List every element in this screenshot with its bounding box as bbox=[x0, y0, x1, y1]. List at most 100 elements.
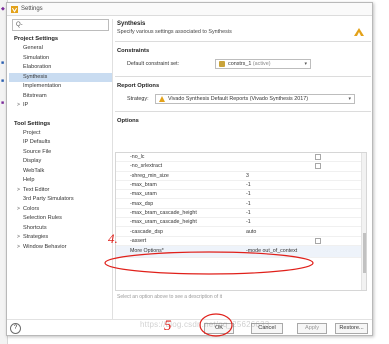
nav-item-bitstream[interactable]: Bitstream bbox=[9, 92, 112, 102]
option-name: -max_dsp bbox=[130, 200, 154, 207]
help-button[interactable]: ? bbox=[10, 323, 21, 334]
option-value: auto bbox=[246, 228, 257, 235]
chevron-down-icon: ▾ bbox=[304, 61, 307, 67]
nav-item-label: Project bbox=[23, 129, 41, 136]
option-checkbox[interactable] bbox=[315, 237, 321, 244]
option-name: -max_bram bbox=[130, 182, 157, 189]
nav-item-label: IP Defaults bbox=[23, 139, 51, 145]
tool-settings-section: Tool Settings Project IP Defaults Source… bbox=[9, 120, 112, 253]
constraints-section-title: Constraints bbox=[117, 48, 150, 54]
option-value: -1 bbox=[246, 182, 251, 189]
watermark-text: https://blog.csdn.net/qq_25626633 bbox=[140, 320, 270, 329]
option-row[interactable]: -max_bram -1 bbox=[116, 181, 366, 191]
nav-item-implementation[interactable]: Implementation bbox=[9, 82, 112, 92]
option-row[interactable]: -cascade_dsp auto bbox=[116, 227, 366, 237]
nav-item-strategies[interactable]: > Strategies bbox=[9, 233, 112, 243]
option-name: -max_bram_cascade_height bbox=[130, 209, 197, 216]
nav-item-label: Simulation bbox=[23, 54, 50, 61]
option-value: -1 bbox=[246, 191, 251, 198]
nav-item-simulation[interactable]: Simulation bbox=[9, 54, 112, 64]
titlebar: Settings bbox=[7, 3, 372, 16]
restore-button[interactable]: Restore... bbox=[335, 323, 368, 334]
nav-item-label: Shortcuts bbox=[23, 224, 47, 231]
option-value-input[interactable]: -mode out_of_context bbox=[224, 248, 366, 254]
nav-item-text-editor[interactable]: > Text Editor bbox=[9, 186, 112, 196]
option-row[interactable]: -max_bram_cascade_height -1 bbox=[116, 209, 366, 219]
nav-item-colors[interactable]: > Colors bbox=[9, 205, 112, 215]
options-scrollbar[interactable] bbox=[361, 153, 366, 290]
nav-item-general[interactable]: General bbox=[9, 44, 112, 54]
settings-nav: Q- Project Settings General Simulation E… bbox=[9, 19, 113, 319]
nav-item-help[interactable]: Help bbox=[9, 176, 112, 186]
report-options-section-title: Report Options bbox=[117, 83, 160, 89]
vivado-strategy-icon bbox=[159, 96, 165, 102]
nav-item-project[interactable]: Project bbox=[9, 129, 112, 139]
constraint-set-select[interactable]: constrs_1 (active) ▾ bbox=[215, 59, 311, 69]
option-name: -no_lc bbox=[130, 154, 145, 161]
option-row[interactable]: -shreg_min_size 3 bbox=[116, 172, 366, 181]
window-title: Settings bbox=[21, 6, 43, 12]
option-description: Select an option above to see a descript… bbox=[117, 294, 223, 300]
chevron-right-icon: > bbox=[17, 234, 20, 240]
nav-item-label: Elaboration bbox=[23, 64, 52, 70]
nav-item-label: Selection Rules bbox=[23, 215, 62, 221]
option-row[interactable]: -max_uram_cascade_height -1 bbox=[116, 218, 366, 228]
constraint-set-value: constrs_1 bbox=[228, 61, 252, 67]
option-name: -max_uram bbox=[130, 191, 157, 198]
settings-dialog: Settings Q- Project Settings General Sim… bbox=[6, 2, 373, 336]
nav-item-label: 3rd Party Simulators bbox=[23, 196, 74, 202]
option-name: -assert bbox=[130, 237, 147, 244]
option-name: -cascade_dsp bbox=[130, 228, 163, 235]
bg-glyph: ■ bbox=[1, 60, 5, 66]
chevron-right-icon: > bbox=[17, 102, 20, 108]
nav-item-label: General bbox=[23, 45, 43, 51]
constraint-set-icon bbox=[219, 61, 225, 67]
chevron-right-icon: > bbox=[17, 243, 20, 250]
report-strategy-value: Vivado Synthesis Default Reports (Vivado… bbox=[168, 96, 309, 102]
nav-item-shortcuts[interactable]: Shortcuts bbox=[9, 224, 112, 234]
tool-settings-heading: Tool Settings bbox=[14, 120, 51, 127]
nav-item-ip[interactable]: > IP bbox=[9, 101, 112, 111]
option-checkbox[interactable] bbox=[315, 163, 321, 170]
report-strategy-select[interactable]: Vivado Synthesis Default Reports (Vivado… bbox=[155, 94, 355, 104]
nav-item-display[interactable]: Display bbox=[9, 157, 112, 167]
scrollbar-thumb[interactable] bbox=[363, 233, 366, 273]
nav-item-selection-rules[interactable]: Selection Rules bbox=[9, 214, 112, 224]
report-strategy-row: Strategy: Vivado Synthesis Default Repor… bbox=[115, 93, 371, 105]
bg-glyph: ■ bbox=[1, 78, 5, 84]
option-row[interactable]: -max_uram -1 bbox=[116, 190, 366, 200]
nav-item-3rd-party-simulators[interactable]: 3rd Party Simulators bbox=[9, 195, 112, 205]
nav-item-label: Help bbox=[23, 177, 35, 183]
search-input[interactable]: Q- bbox=[12, 19, 109, 31]
option-row[interactable]: -no_lc bbox=[116, 153, 366, 163]
nav-item-webtalk[interactable]: WebTalk bbox=[9, 167, 112, 177]
nav-item-label: Synthesis bbox=[23, 73, 48, 80]
option-row-more-options[interactable]: More Options* -mode out_of_context bbox=[116, 245, 366, 258]
option-row[interactable]: -assert bbox=[116, 237, 366, 246]
nav-item-window-behavior[interactable]: > Window Behavior bbox=[9, 243, 112, 253]
chevron-right-icon: > bbox=[17, 205, 20, 212]
option-row[interactable]: -no_srlextract bbox=[116, 162, 366, 172]
constraint-set-status: (active) bbox=[252, 61, 271, 67]
constraint-set-label: Default constraint set: bbox=[127, 61, 180, 67]
bg-glyph: ◆ bbox=[1, 6, 5, 12]
option-name: -no_srlextract bbox=[130, 163, 163, 170]
apply-button[interactable]: Apply bbox=[297, 323, 327, 334]
nav-item-ip-defaults[interactable]: IP Defaults bbox=[9, 138, 112, 148]
section-divider bbox=[115, 76, 371, 77]
page-subtitle: Specify various settings associated to S… bbox=[117, 29, 232, 35]
background-window-right bbox=[373, 0, 389, 344]
page-title: Synthesis bbox=[117, 21, 146, 27]
chevron-right-icon: > bbox=[17, 186, 20, 193]
option-name: -shreg_min_size bbox=[130, 172, 169, 179]
nav-item-elaboration[interactable]: Elaboration bbox=[9, 63, 112, 73]
settings-content: Synthesis Specify various settings assoc… bbox=[115, 19, 371, 319]
option-checkbox[interactable] bbox=[315, 154, 321, 161]
nav-item-source-file[interactable]: Source File bbox=[9, 148, 112, 158]
option-row[interactable]: -max_dsp -1 bbox=[116, 199, 366, 209]
nav-item-label: Source File bbox=[23, 148, 52, 155]
option-value: -1 bbox=[246, 209, 251, 216]
chevron-down-icon: ▾ bbox=[348, 96, 351, 102]
project-settings-heading: Project Settings bbox=[14, 36, 59, 42]
nav-item-synthesis[interactable]: Synthesis bbox=[9, 72, 112, 82]
